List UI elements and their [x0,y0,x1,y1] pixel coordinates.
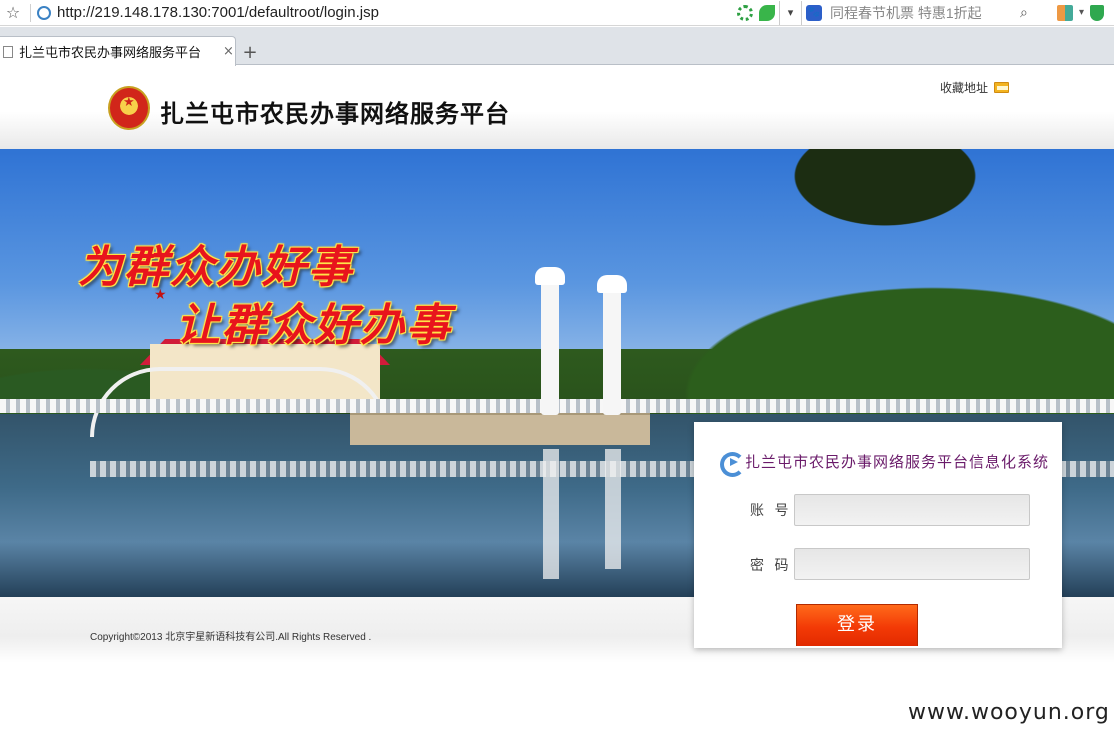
bridge-tower [603,277,621,415]
compat-mode-icon[interactable] [759,4,775,21]
copyright-text: Copyright©2013 北京宇星新语科技有公司.All Rights Re… [90,632,372,643]
chevron-down-icon[interactable]: ▾ [1079,7,1084,18]
new-tab-button[interactable]: + [240,42,260,63]
extensions: ▾ [1057,4,1105,21]
bookmark-star-icon[interactable]: ☆ [0,3,26,22]
login-title: 扎兰屯市农民办事网络服务平台信息化系统 [745,452,1050,471]
address-bar: ☆ http://219.148.178.130:7001/defaultroo… [0,0,1114,26]
tab-login-page[interactable]: 扎兰屯市农民办事网络服务平台 × [0,36,236,66]
address-actions [737,4,775,21]
password-label: 密 码 [750,558,792,574]
tower-cap [597,275,627,293]
search-input[interactable]: 同程春节机票 特惠1折起 [830,3,1020,23]
address-dropdown-button[interactable]: ▾ [779,0,801,25]
search-icon[interactable]: ⌕ [1020,5,1028,21]
watermark: www.wooyun.org [908,700,1110,725]
site-title: 扎兰屯市农民办事网络服务平台 [160,99,510,128]
tower-reflection [543,449,559,579]
close-icon[interactable]: × [223,44,234,59]
tab-bar: 扎兰屯市农民办事网络服务平台 × + [0,27,1114,66]
apps-grid-icon[interactable] [1057,4,1073,21]
folder-icon[interactable] [994,82,1010,93]
tab-title: 扎兰屯市农民办事网络服务平台 [19,45,202,60]
username-input[interactable] [794,494,1030,526]
security-shield-icon[interactable] [1090,4,1105,21]
national-emblem-icon [108,86,150,130]
url-field[interactable]: http://219.148.178.130:7001/defaultroot/… [57,4,697,21]
site-globe-icon [37,5,51,20]
divider [30,3,31,22]
refresh-arrow-icon [718,450,745,477]
slogan-line-1: 为群众办好事 [78,242,354,293]
login-panel: 扎兰屯市农民办事网络服务平台信息化系统 账 号 密 码 登录 [694,422,1062,648]
login-header: 扎兰屯市农民办事网络服务平台信息化系统 [718,450,1050,477]
bridge-tower [541,269,559,415]
tree-canopy [770,149,1000,239]
username-label: 账 号 [750,503,792,519]
baidu-paw-icon[interactable]: 🐾 [806,4,822,21]
login-button[interactable]: 登录 [796,604,918,646]
site-header: 扎兰屯市农民办事网络服务平台 收藏地址 [0,66,1114,149]
page-icon [3,45,13,58]
tower-cap [535,267,565,285]
search-box[interactable]: 🐾 同程春节机票 特惠1折起 ⌕ [801,0,1045,25]
tower-reflection [605,449,621,569]
refresh-icon[interactable] [737,4,753,21]
favorite-label[interactable]: 收藏地址 [940,79,988,96]
favorite-link[interactable]: 收藏地址 [940,79,1010,96]
slogan-line-2: 让群众好办事 [176,300,452,351]
bridge-pier [350,413,650,445]
password-input[interactable] [794,548,1030,580]
